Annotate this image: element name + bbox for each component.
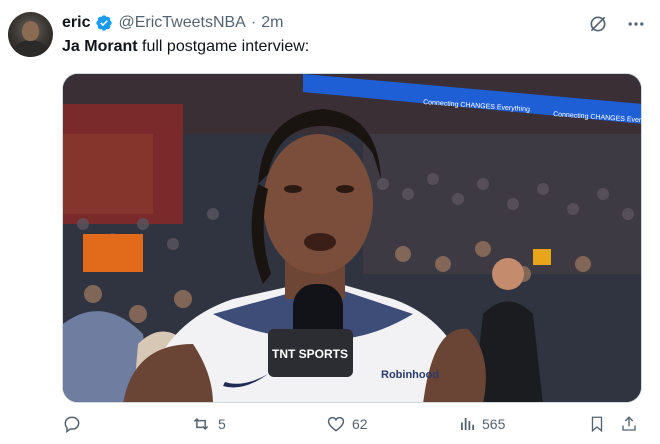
post-time[interactable]: 2m — [261, 14, 283, 32]
top-right-icons — [588, 14, 646, 34]
reply-icon — [62, 414, 82, 434]
views-icon — [458, 414, 476, 434]
jersey-sponsor-text: Robinhood — [381, 369, 439, 381]
bookmark-button[interactable] — [588, 414, 606, 434]
author-handle[interactable]: @EricTweetsNBA — [118, 14, 245, 32]
tweet-text: Ja Morant full postgame interview: — [62, 38, 309, 56]
avatar-shirt — [14, 40, 47, 57]
bookmark-icon — [588, 414, 606, 434]
heart-icon — [326, 414, 346, 434]
author-avatar[interactable] — [8, 12, 53, 57]
repost-count: 5 — [218, 416, 226, 432]
video-frame: Connecting CHANGES Everything Connecting… — [63, 74, 641, 402]
like-button[interactable]: 62 — [326, 414, 368, 434]
views-count: 565 — [482, 416, 506, 432]
video-media[interactable]: Connecting CHANGES Everything Connecting… — [62, 73, 642, 403]
tweet-text-bold: Ja Morant — [62, 38, 138, 55]
reply-button[interactable] — [62, 414, 88, 434]
tweet-header: eric @EricTweetsNBA · 2m — [62, 12, 283, 34]
avatar-face — [22, 21, 39, 41]
mic-brand-text: TNT SPORTS — [272, 347, 348, 361]
share-icon — [620, 414, 638, 434]
repost-icon — [190, 414, 212, 434]
verified-badge-icon — [95, 14, 113, 32]
tweet-card[interactable]: eric @EricTweetsNBA · 2m Ja Morant full … — [0, 0, 660, 444]
separator-dot: · — [250, 14, 257, 31]
like-count: 62 — [352, 416, 368, 432]
grok-icon[interactable] — [588, 14, 608, 34]
tweet-text-rest: full postgame interview: — [137, 38, 310, 55]
more-icon[interactable] — [626, 14, 646, 34]
author-name[interactable]: eric — [62, 14, 90, 32]
action-bar: 5 62 565 — [62, 410, 642, 444]
views-button[interactable]: 565 — [458, 414, 505, 434]
repost-button[interactable]: 5 — [190, 414, 226, 434]
share-button[interactable] — [620, 414, 638, 434]
